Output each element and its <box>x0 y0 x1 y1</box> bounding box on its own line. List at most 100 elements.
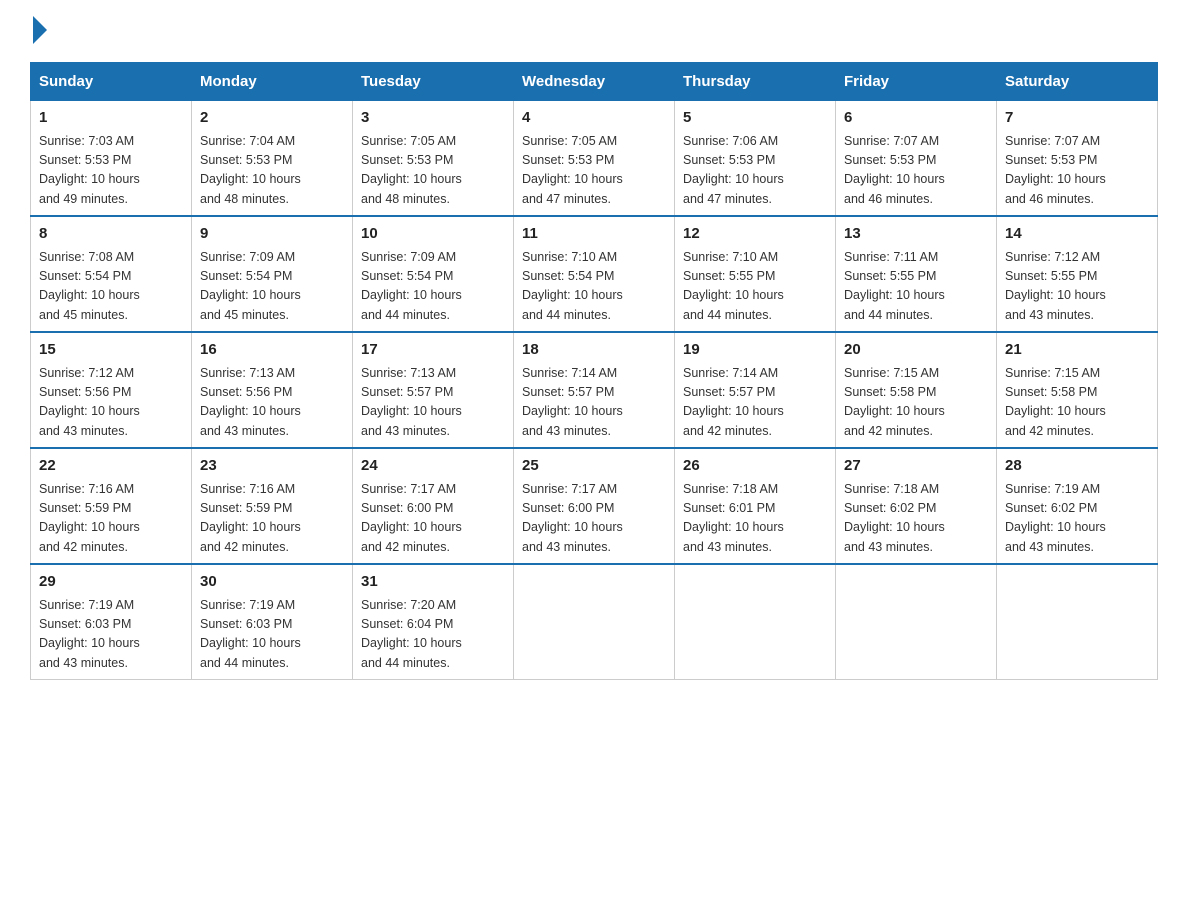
column-header-sunday: Sunday <box>31 63 192 101</box>
calendar-cell: 22Sunrise: 7:16 AMSunset: 5:59 PMDayligh… <box>31 448 192 564</box>
calendar-cell: 13Sunrise: 7:11 AMSunset: 5:55 PMDayligh… <box>836 216 997 332</box>
calendar-week-row: 15Sunrise: 7:12 AMSunset: 5:56 PMDayligh… <box>31 332 1158 448</box>
day-info: Sunrise: 7:16 AMSunset: 5:59 PMDaylight:… <box>200 480 344 558</box>
day-number: 15 <box>39 339 183 362</box>
column-header-monday: Monday <box>192 63 353 101</box>
day-info: Sunrise: 7:11 AMSunset: 5:55 PMDaylight:… <box>844 248 988 326</box>
calendar-cell: 14Sunrise: 7:12 AMSunset: 5:55 PMDayligh… <box>997 216 1158 332</box>
day-info: Sunrise: 7:15 AMSunset: 5:58 PMDaylight:… <box>844 364 988 442</box>
day-number: 6 <box>844 107 988 130</box>
day-info: Sunrise: 7:19 AMSunset: 6:03 PMDaylight:… <box>39 596 183 674</box>
day-number: 28 <box>1005 455 1149 478</box>
calendar-cell: 10Sunrise: 7:09 AMSunset: 5:54 PMDayligh… <box>353 216 514 332</box>
day-number: 17 <box>361 339 505 362</box>
calendar-cell: 23Sunrise: 7:16 AMSunset: 5:59 PMDayligh… <box>192 448 353 564</box>
calendar-cell: 5Sunrise: 7:06 AMSunset: 5:53 PMDaylight… <box>675 101 836 217</box>
column-header-thursday: Thursday <box>675 63 836 101</box>
day-info: Sunrise: 7:07 AMSunset: 5:53 PMDaylight:… <box>1005 132 1149 210</box>
calendar-cell: 15Sunrise: 7:12 AMSunset: 5:56 PMDayligh… <box>31 332 192 448</box>
day-number: 27 <box>844 455 988 478</box>
day-number: 8 <box>39 223 183 246</box>
day-number: 14 <box>1005 223 1149 246</box>
calendar-header-row: SundayMondayTuesdayWednesdayThursdayFrid… <box>31 63 1158 101</box>
day-info: Sunrise: 7:19 AMSunset: 6:02 PMDaylight:… <box>1005 480 1149 558</box>
calendar-cell: 25Sunrise: 7:17 AMSunset: 6:00 PMDayligh… <box>514 448 675 564</box>
calendar-week-row: 22Sunrise: 7:16 AMSunset: 5:59 PMDayligh… <box>31 448 1158 564</box>
day-info: Sunrise: 7:20 AMSunset: 6:04 PMDaylight:… <box>361 596 505 674</box>
column-header-wednesday: Wednesday <box>514 63 675 101</box>
day-info: Sunrise: 7:05 AMSunset: 5:53 PMDaylight:… <box>522 132 666 210</box>
calendar-cell: 11Sunrise: 7:10 AMSunset: 5:54 PMDayligh… <box>514 216 675 332</box>
calendar-cell: 21Sunrise: 7:15 AMSunset: 5:58 PMDayligh… <box>997 332 1158 448</box>
day-number: 29 <box>39 571 183 594</box>
day-number: 22 <box>39 455 183 478</box>
calendar-cell: 20Sunrise: 7:15 AMSunset: 5:58 PMDayligh… <box>836 332 997 448</box>
calendar-cell: 9Sunrise: 7:09 AMSunset: 5:54 PMDaylight… <box>192 216 353 332</box>
day-number: 23 <box>200 455 344 478</box>
day-number: 21 <box>1005 339 1149 362</box>
day-info: Sunrise: 7:14 AMSunset: 5:57 PMDaylight:… <box>683 364 827 442</box>
day-number: 12 <box>683 223 827 246</box>
calendar-cell: 24Sunrise: 7:17 AMSunset: 6:00 PMDayligh… <box>353 448 514 564</box>
column-header-friday: Friday <box>836 63 997 101</box>
day-number: 1 <box>39 107 183 130</box>
day-number: 7 <box>1005 107 1149 130</box>
calendar-cell: 7Sunrise: 7:07 AMSunset: 5:53 PMDaylight… <box>997 101 1158 217</box>
calendar-table: SundayMondayTuesdayWednesdayThursdayFrid… <box>30 62 1158 680</box>
calendar-cell: 16Sunrise: 7:13 AMSunset: 5:56 PMDayligh… <box>192 332 353 448</box>
day-info: Sunrise: 7:18 AMSunset: 6:01 PMDaylight:… <box>683 480 827 558</box>
day-number: 26 <box>683 455 827 478</box>
day-info: Sunrise: 7:05 AMSunset: 5:53 PMDaylight:… <box>361 132 505 210</box>
calendar-week-row: 29Sunrise: 7:19 AMSunset: 6:03 PMDayligh… <box>31 564 1158 680</box>
calendar-cell: 18Sunrise: 7:14 AMSunset: 5:57 PMDayligh… <box>514 332 675 448</box>
day-info: Sunrise: 7:04 AMSunset: 5:53 PMDaylight:… <box>200 132 344 210</box>
day-number: 10 <box>361 223 505 246</box>
calendar-cell: 28Sunrise: 7:19 AMSunset: 6:02 PMDayligh… <box>997 448 1158 564</box>
day-info: Sunrise: 7:09 AMSunset: 5:54 PMDaylight:… <box>361 248 505 326</box>
column-header-tuesday: Tuesday <box>353 63 514 101</box>
calendar-cell: 17Sunrise: 7:13 AMSunset: 5:57 PMDayligh… <box>353 332 514 448</box>
day-info: Sunrise: 7:18 AMSunset: 6:02 PMDaylight:… <box>844 480 988 558</box>
logo-triangle-icon <box>33 16 47 44</box>
day-number: 19 <box>683 339 827 362</box>
day-info: Sunrise: 7:06 AMSunset: 5:53 PMDaylight:… <box>683 132 827 210</box>
day-info: Sunrise: 7:15 AMSunset: 5:58 PMDaylight:… <box>1005 364 1149 442</box>
column-header-saturday: Saturday <box>997 63 1158 101</box>
day-info: Sunrise: 7:17 AMSunset: 6:00 PMDaylight:… <box>522 480 666 558</box>
calendar-cell <box>836 564 997 680</box>
day-number: 30 <box>200 571 344 594</box>
calendar-cell: 4Sunrise: 7:05 AMSunset: 5:53 PMDaylight… <box>514 101 675 217</box>
day-info: Sunrise: 7:10 AMSunset: 5:54 PMDaylight:… <box>522 248 666 326</box>
day-info: Sunrise: 7:13 AMSunset: 5:57 PMDaylight:… <box>361 364 505 442</box>
calendar-cell: 12Sunrise: 7:10 AMSunset: 5:55 PMDayligh… <box>675 216 836 332</box>
logo <box>30 20 47 44</box>
day-number: 18 <box>522 339 666 362</box>
calendar-cell <box>997 564 1158 680</box>
day-number: 31 <box>361 571 505 594</box>
logo-top <box>30 20 47 44</box>
day-number: 20 <box>844 339 988 362</box>
calendar-cell: 30Sunrise: 7:19 AMSunset: 6:03 PMDayligh… <box>192 564 353 680</box>
day-number: 24 <box>361 455 505 478</box>
calendar-week-row: 8Sunrise: 7:08 AMSunset: 5:54 PMDaylight… <box>31 216 1158 332</box>
day-info: Sunrise: 7:19 AMSunset: 6:03 PMDaylight:… <box>200 596 344 674</box>
calendar-cell: 19Sunrise: 7:14 AMSunset: 5:57 PMDayligh… <box>675 332 836 448</box>
day-info: Sunrise: 7:03 AMSunset: 5:53 PMDaylight:… <box>39 132 183 210</box>
day-info: Sunrise: 7:12 AMSunset: 5:56 PMDaylight:… <box>39 364 183 442</box>
day-info: Sunrise: 7:16 AMSunset: 5:59 PMDaylight:… <box>39 480 183 558</box>
calendar-cell: 29Sunrise: 7:19 AMSunset: 6:03 PMDayligh… <box>31 564 192 680</box>
calendar-cell: 3Sunrise: 7:05 AMSunset: 5:53 PMDaylight… <box>353 101 514 217</box>
page-header <box>30 20 1158 44</box>
day-info: Sunrise: 7:10 AMSunset: 5:55 PMDaylight:… <box>683 248 827 326</box>
calendar-cell: 2Sunrise: 7:04 AMSunset: 5:53 PMDaylight… <box>192 101 353 217</box>
day-info: Sunrise: 7:17 AMSunset: 6:00 PMDaylight:… <box>361 480 505 558</box>
day-number: 2 <box>200 107 344 130</box>
day-number: 11 <box>522 223 666 246</box>
day-info: Sunrise: 7:12 AMSunset: 5:55 PMDaylight:… <box>1005 248 1149 326</box>
day-number: 3 <box>361 107 505 130</box>
calendar-cell: 1Sunrise: 7:03 AMSunset: 5:53 PMDaylight… <box>31 101 192 217</box>
calendar-cell: 31Sunrise: 7:20 AMSunset: 6:04 PMDayligh… <box>353 564 514 680</box>
day-info: Sunrise: 7:14 AMSunset: 5:57 PMDaylight:… <box>522 364 666 442</box>
calendar-cell: 26Sunrise: 7:18 AMSunset: 6:01 PMDayligh… <box>675 448 836 564</box>
day-info: Sunrise: 7:13 AMSunset: 5:56 PMDaylight:… <box>200 364 344 442</box>
